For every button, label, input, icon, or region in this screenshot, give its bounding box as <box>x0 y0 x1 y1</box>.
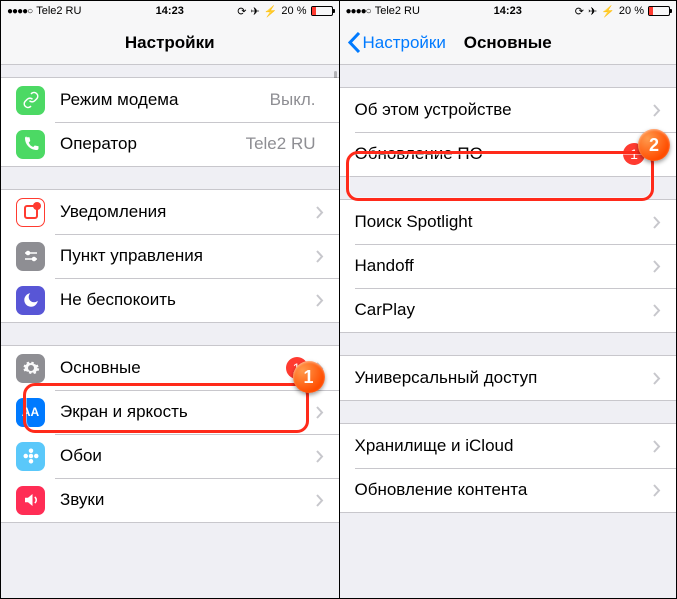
page-title: Основные <box>464 33 552 53</box>
row-handoff[interactable]: Handoff <box>340 244 677 288</box>
back-button[interactable]: Настройки <box>348 32 446 53</box>
chevron-right-icon <box>316 250 324 263</box>
chevron-right-icon <box>316 294 324 307</box>
row-sounds[interactable]: Звуки <box>1 478 339 522</box>
status-bar: ●●●●○Tele2 RU 14:23 ⟳✈⚡20 % <box>340 1 677 21</box>
phone-icon <box>16 130 45 159</box>
row-notifications[interactable]: Уведомления <box>1 190 339 234</box>
phone-general: ●●●●○Tele2 RU 14:23 ⟳✈⚡20 % Настройки Ос… <box>339 1 677 598</box>
chevron-right-icon <box>316 450 324 463</box>
cc-icon <box>16 242 45 271</box>
chevron-right-icon <box>653 260 661 273</box>
sound-icon <box>16 486 45 515</box>
row-display[interactable]: AA Экран и яркость <box>1 390 339 434</box>
page-title: Настройки <box>125 33 215 53</box>
aa-icon: AA <box>16 398 45 427</box>
status-time: 14:23 <box>494 5 522 17</box>
chevron-right-icon <box>653 372 661 385</box>
chevron-right-icon <box>316 494 324 507</box>
chevron-right-icon <box>316 206 324 219</box>
row-background-refresh[interactable]: Обновление контента <box>340 468 677 512</box>
chevron-right-icon <box>316 406 324 419</box>
row-control-center[interactable]: Пункт управления <box>1 234 339 278</box>
phone-settings: ●●●●○Tele2 RU 14:23 ⟳✈⚡20 % Настройки Ре… <box>1 1 339 598</box>
link-icon <box>16 86 45 115</box>
status-time: 14:23 <box>156 5 184 17</box>
row-hotspot[interactable]: Режим модема Выкл. <box>1 78 339 122</box>
row-about[interactable]: Об этом устройстве <box>340 88 677 132</box>
row-spotlight[interactable]: Поиск Spotlight <box>340 200 677 244</box>
row-wallpaper[interactable]: Обои <box>1 434 339 478</box>
chevron-right-icon <box>653 216 661 229</box>
notif-icon <box>16 198 45 227</box>
callout-1: 1 <box>293 361 325 393</box>
navbar: Настройки Основные <box>340 21 677 65</box>
general-list[interactable]: Об этом устройстве Обновление ПО 1 Поиск… <box>340 65 677 598</box>
row-dnd[interactable]: Не беспокоить <box>1 278 339 322</box>
row-software-update[interactable]: Обновление ПО 1 <box>340 132 677 176</box>
moon-icon <box>16 286 45 315</box>
row-general[interactable]: Основные 1 <box>1 346 339 390</box>
flower-icon <box>16 442 45 471</box>
chevron-right-icon <box>653 104 661 117</box>
row-storage[interactable]: Хранилище и iCloud <box>340 424 677 468</box>
navbar: Настройки <box>1 21 339 65</box>
row-carrier[interactable]: Оператор Tele2 RU <box>1 122 339 166</box>
row-accessibility[interactable]: Универсальный доступ <box>340 356 677 400</box>
gear-icon <box>16 354 45 383</box>
chevron-right-icon <box>653 484 661 497</box>
chevron-right-icon <box>653 304 661 317</box>
status-bar: ●●●●○Tele2 RU 14:23 ⟳✈⚡20 % <box>1 1 339 21</box>
callout-2: 2 <box>638 129 670 161</box>
chevron-right-icon <box>653 440 661 453</box>
row-carplay[interactable]: CarPlay <box>340 288 677 332</box>
settings-list[interactable]: Режим модема Выкл. Оператор Tele2 RU Уве… <box>1 65 339 598</box>
